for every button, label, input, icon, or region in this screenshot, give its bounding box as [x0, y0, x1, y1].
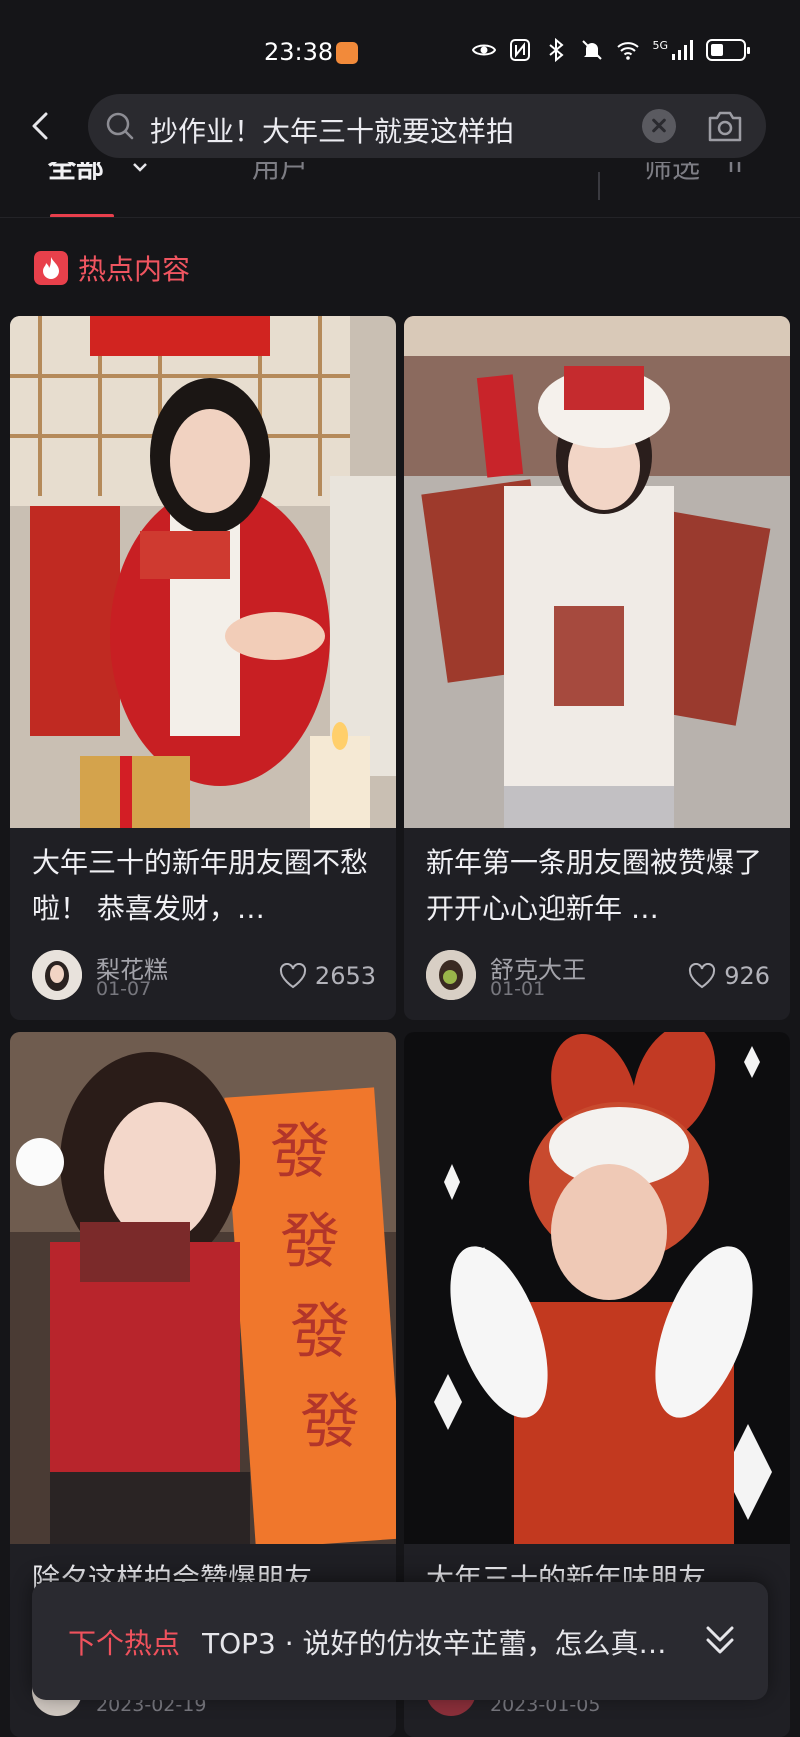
- bluetooth-icon: [549, 38, 565, 62]
- post-card[interactable]: 新年第一条朋友圈被赞爆了 开开心心迎新年 … 舒克大王 01-01 926: [404, 316, 790, 1020]
- clear-icon[interactable]: [642, 109, 676, 143]
- tab-underline: [50, 214, 114, 217]
- tab-all[interactable]: 全部: [48, 162, 104, 186]
- svg-text:發: 發: [300, 1387, 360, 1457]
- network-label: 5G: [652, 38, 668, 52]
- like-button[interactable]: 2653: [279, 962, 376, 990]
- filter-icon[interactable]: [728, 162, 742, 174]
- post-meta: 舒克大王 01-01 926: [426, 950, 770, 1002]
- post-title[interactable]: 新年第一条朋友圈被赞爆了 开开心心迎新年 …: [426, 840, 766, 932]
- post-meta: 梨花糕 01-07 2653: [32, 950, 376, 1002]
- mute-icon: [582, 40, 603, 60]
- section-title: 热点内容: [78, 253, 191, 286]
- svg-text:發: 發: [290, 1297, 350, 1367]
- post-title[interactable]: 大年三十的新年朋友圈不愁啦！ 恭喜发财，…: [32, 840, 372, 932]
- post-date: 01-07: [96, 978, 152, 1000]
- next-hot-bar[interactable]: 下个热点 TOP3 · 说好的仿妆辛芷蕾，怎么真…: [32, 1582, 768, 1700]
- post-date: 01-01: [490, 978, 546, 1000]
- post-card[interactable]: 大年三十的新年朋友圈不愁啦！ 恭喜发财，… 梨花糕 01-07 2653: [10, 316, 396, 1020]
- like-count: 926: [724, 962, 770, 990]
- clock: 23:38: [264, 38, 334, 66]
- app-badge-icon: [336, 42, 358, 64]
- search-header: 抄作业！大年三十就要这样拍: [0, 92, 800, 162]
- post-image: [10, 316, 396, 828]
- nfc-icon: [510, 39, 531, 61]
- search-box[interactable]: 抄作业！大年三十就要这样拍: [88, 94, 766, 158]
- eye-icon: [472, 44, 497, 56]
- double-chevron-down-icon[interactable]: [704, 1622, 736, 1658]
- like-button[interactable]: 926: [688, 962, 770, 990]
- search-icon: [106, 112, 134, 140]
- post-image: [404, 316, 790, 828]
- heart-icon: [279, 963, 306, 989]
- camera-icon[interactable]: [706, 108, 744, 144]
- heart-icon: [689, 963, 716, 989]
- svg-text:發: 發: [280, 1207, 340, 1277]
- tab-divider: [598, 172, 600, 200]
- tab-filter[interactable]: 筛选: [644, 162, 700, 186]
- avatar[interactable]: [32, 950, 82, 1000]
- section-header: 热点内容: [34, 250, 190, 286]
- avatar[interactable]: [426, 950, 476, 1000]
- tab-users[interactable]: 用户: [252, 162, 308, 186]
- tab-bar: 全部 用户 筛选: [0, 162, 800, 218]
- search-input[interactable]: 抄作业！大年三十就要这样拍: [150, 110, 514, 150]
- battery-icon: [706, 39, 750, 61]
- post-image: 發 發 發 發: [10, 1032, 396, 1544]
- like-count: 2653: [314, 962, 376, 990]
- wifi-icon: [617, 42, 640, 60]
- chevron-down-icon[interactable]: [132, 162, 148, 174]
- svg-text:發: 發: [270, 1117, 330, 1187]
- next-hot-label: 下个热点: [68, 1627, 181, 1660]
- status-bar: 23:38 5G: [0, 0, 800, 92]
- signal-icon: [672, 40, 693, 60]
- next-hot-text[interactable]: TOP3 · 说好的仿妆辛芷蕾，怎么真…: [202, 1622, 706, 1662]
- flame-icon: [34, 251, 68, 285]
- post-image: [404, 1032, 790, 1544]
- back-arrow-icon[interactable]: [24, 108, 60, 144]
- status-icons: 5G: [472, 38, 750, 62]
